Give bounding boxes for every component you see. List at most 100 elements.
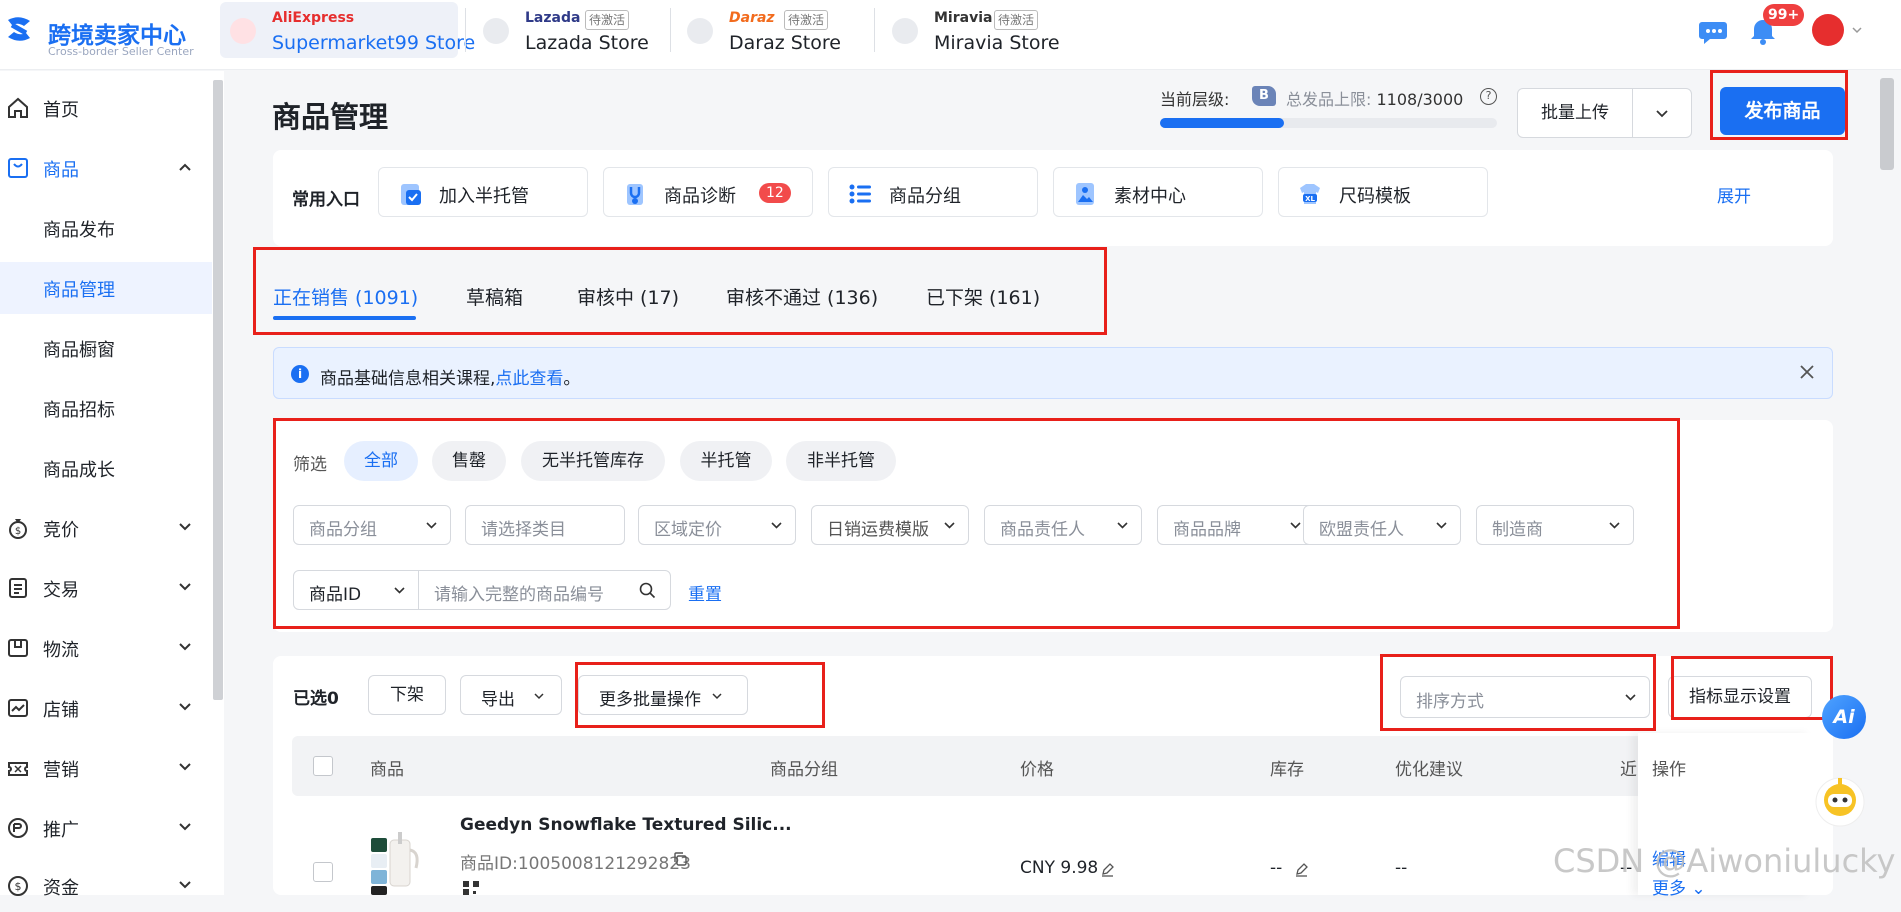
sidebar-item-logistics[interactable]: 物流 — [0, 622, 212, 674]
sidebar-item-trade[interactable]: 交易 — [0, 562, 212, 614]
filter-chip-no-semi-stock[interactable]: 无半托管库存 — [521, 441, 665, 481]
category-select[interactable]: 请选择类目 — [465, 505, 625, 545]
sort-select[interactable]: 排序方式 — [1400, 676, 1650, 718]
tab-drafts[interactable]: 草稿箱 — [466, 283, 523, 310]
stock-cell: -- — [1270, 858, 1283, 878]
sidebar-item-growth[interactable]: 商品成长 — [0, 442, 212, 494]
store-tab-aliexpress[interactable]: AliExpress Supermarket99 Store — [220, 2, 475, 58]
id-type-select[interactable]: 商品ID — [293, 570, 419, 610]
page-scrollbar[interactable] — [1880, 78, 1894, 170]
filter-chip-semi[interactable]: 半托管 — [680, 441, 772, 481]
advice-cell: -- — [1395, 858, 1408, 878]
quick-entry-groups[interactable]: 商品分组 — [828, 167, 1038, 217]
sidebar-scrollbar[interactable] — [213, 80, 223, 700]
chevron-down-icon[interactable] — [1851, 24, 1863, 36]
filter-chip-all[interactable]: 全部 — [344, 441, 418, 481]
store-tab-lazada[interactable]: Lazada 待激活 Lazada Store — [473, 2, 663, 58]
export-button[interactable]: 导出 — [460, 675, 562, 715]
column-header: 操作 — [1652, 760, 1686, 780]
ai-assistant-icon[interactable]: Ai — [1822, 695, 1866, 739]
row-checkbox[interactable] — [313, 862, 333, 882]
quick-entry-size-template[interactable]: XL 尺码模板 — [1278, 167, 1488, 217]
tab-under-review[interactable]: 审核中 (17) — [577, 283, 679, 310]
metric-settings-button[interactable]: 指标显示设置 — [1668, 676, 1812, 718]
chat-icon[interactable] — [1698, 16, 1728, 46]
sidebar-item-store[interactable]: 店铺 — [0, 682, 212, 734]
quick-entry-materials[interactable]: 素材中心 — [1053, 167, 1263, 217]
more-batch-actions-button[interactable]: 更多批量操作 — [578, 675, 748, 715]
divider — [874, 8, 875, 52]
store-avatar-icon — [892, 18, 918, 44]
logo-subtitle: Cross-border Seller Center — [48, 45, 194, 58]
sidebar-item-manage[interactable]: 商品管理 — [0, 262, 212, 314]
regional-pricing-select[interactable]: 区域定价 — [638, 505, 796, 545]
store-avatar-icon — [687, 18, 713, 44]
quick-entry-label: 加入半托管 — [439, 186, 529, 207]
home-icon — [8, 97, 28, 118]
store-tab-miravia[interactable]: Miravia 待激活 Miravia Store — [882, 2, 1072, 58]
store-tab-daraz[interactable]: Daraz 待激活 Daraz Store — [677, 2, 867, 58]
filter-chip-sold-out[interactable]: 售罄 — [432, 441, 506, 481]
product-brand-select[interactable]: 商品品牌 — [1157, 505, 1315, 545]
seller-center-logo[interactable]: 跨境卖家中心 Cross-border Seller Center — [0, 8, 200, 60]
select-all-checkbox[interactable] — [313, 756, 333, 776]
link-label: 更多 — [1652, 879, 1686, 899]
search-icon[interactable] — [639, 582, 656, 599]
limit-progress-fill — [1160, 118, 1285, 128]
batch-upload-button[interactable]: 批量上传 — [1517, 88, 1633, 138]
eu-owner-select[interactable]: 欧盟责任人 — [1303, 505, 1461, 545]
sidebar-item-publish[interactable]: 商品发布 — [0, 202, 212, 254]
product-id-input[interactable]: 请输入完整的商品编号 — [418, 570, 671, 610]
edit-icon[interactable] — [1100, 862, 1115, 877]
bid-icon: $ — [9, 519, 27, 539]
sidebar-item-promotion[interactable]: 推广 — [0, 802, 212, 854]
select-value: 请选择类目 — [481, 520, 566, 540]
store-brand: Miravia — [934, 10, 993, 26]
chevron-down-icon — [426, 522, 437, 529]
publish-product-button[interactable]: 发布商品 — [1720, 87, 1845, 135]
sidebar-item-bid[interactable]: $ 竞价 — [0, 502, 212, 554]
filter-chip-non-semi[interactable]: 非半托管 — [786, 441, 896, 481]
sidebar-item-home[interactable]: 首页 — [0, 82, 212, 134]
list-icon — [849, 184, 871, 204]
product-owner-select[interactable]: 商品责任人 — [984, 505, 1142, 545]
edit-icon[interactable] — [1294, 862, 1309, 877]
close-icon[interactable] — [1797, 362, 1817, 382]
quick-entry-label: 常用入口 — [292, 190, 360, 210]
sidebar-item-showcase[interactable]: 商品橱窗 — [0, 322, 212, 374]
tab-review-failed[interactable]: 审核不通过 (136) — [726, 283, 878, 310]
chevron-down-icon — [712, 693, 722, 700]
tab-delisted[interactable]: 已下架 (161) — [926, 283, 1040, 310]
count-badge: 12 — [759, 183, 791, 203]
clipboard-check-icon — [401, 184, 421, 205]
qr-code-icon[interactable] — [462, 880, 480, 895]
sidebar-item-products[interactable]: 商品 — [0, 142, 212, 194]
chevron-down-icon: ⌄ — [1691, 879, 1706, 899]
copy-icon[interactable] — [672, 851, 688, 867]
notice-link[interactable]: 点此查看 — [495, 369, 563, 389]
shipping-template-select[interactable]: 日销运费模版 — [811, 505, 969, 545]
sidebar-item-bidding[interactable]: 商品招标 — [0, 382, 212, 434]
product-thumbnail[interactable] — [368, 830, 420, 895]
product-id: 商品ID:1005008121292823 — [460, 854, 691, 874]
trade-icon — [9, 578, 27, 598]
delist-button[interactable]: 下架 — [368, 675, 446, 715]
tab-on-sale[interactable]: 正在销售 (1091) — [273, 283, 418, 310]
logo-icon — [8, 17, 30, 41]
select-placeholder: 排序方式 — [1416, 692, 1484, 712]
avatar[interactable] — [1812, 14, 1844, 46]
quick-entry-semi-managed[interactable]: 加入半托管 — [378, 167, 588, 217]
product-name[interactable]: Geedyn Snowflake Textured Silic... — [460, 815, 792, 835]
sidebar-item-marketing[interactable]: 营销 — [0, 742, 212, 794]
status-badge: 待激活 — [994, 10, 1039, 30]
help-icon[interactable]: ? — [1480, 88, 1497, 105]
batch-upload-dropdown[interactable] — [1632, 88, 1692, 138]
product-group-select[interactable]: 商品分组 — [293, 505, 451, 545]
robot-assistant-icon[interactable] — [1812, 772, 1868, 832]
sidebar-item-label: 竞价 — [43, 520, 79, 541]
manufacturer-select[interactable]: 制造商 — [1476, 505, 1634, 545]
expand-link[interactable]: 展开 — [1717, 182, 1751, 207]
reset-link[interactable]: 重置 — [688, 580, 722, 605]
sidebar-item-funds[interactable]: $ 资金 — [0, 860, 212, 912]
quick-entry-diagnosis[interactable]: 商品诊断 12 — [603, 167, 813, 217]
